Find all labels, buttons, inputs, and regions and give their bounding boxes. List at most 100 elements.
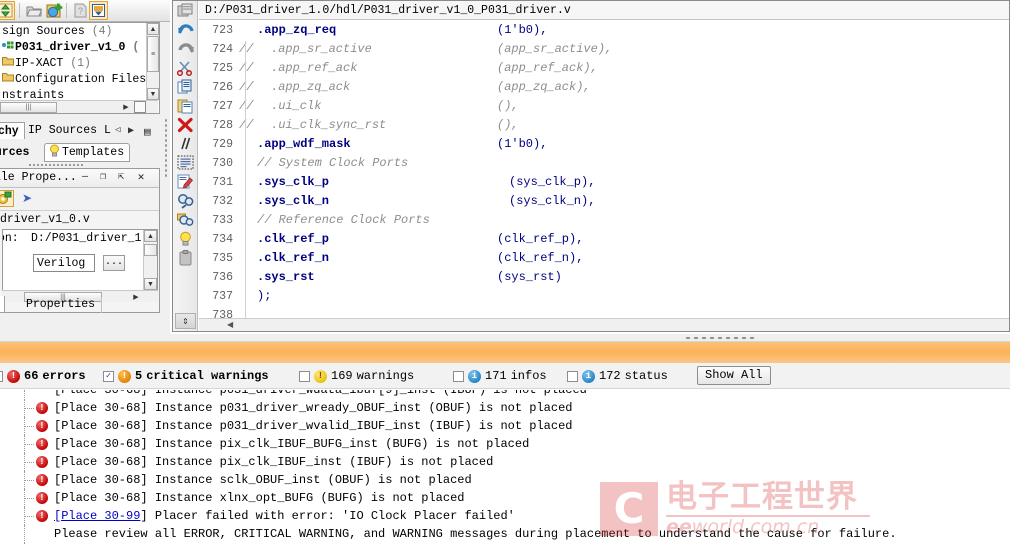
help-icon[interactable]: ? — [71, 1, 90, 20]
code-line[interactable]: 733 // Reference Clock Ports — [199, 211, 1009, 230]
horizontal-splitter[interactable] — [0, 334, 1010, 341]
messages-list[interactable]: [Place 30-68] Instance p031_driver_wdata… — [0, 390, 1010, 544]
copy-icon[interactable] — [173, 77, 198, 96]
code-line[interactable]: 732 .sys_clk_n (sys_clk_n), — [199, 192, 1009, 211]
tree-row[interactable]: P031_driver_v1_0 ( — [0, 40, 145, 56]
list-item[interactable]: ! [Place 30-99] Placer failed with error… — [0, 507, 1010, 525]
code-line[interactable]: 731 .sys_clk_p (sys_clk_p), — [199, 173, 1009, 192]
scroll-thumb[interactable]: ||| — [0, 102, 57, 113]
code-line[interactable]: 723 .app_zq_req (1'b0), — [199, 21, 1009, 40]
tab-templates[interactable]: Templates — [44, 143, 131, 162]
tab-scroll-right-icon[interactable]: ▶ — [128, 125, 134, 137]
scroll-right-arrow[interactable]: ▶ — [120, 101, 132, 113]
scroll-up-arrow[interactable]: ▲ — [144, 230, 157, 242]
browse-button[interactable]: ... — [103, 255, 125, 271]
scroll-up-arrow[interactable]: ▲ — [147, 23, 159, 35]
hint-icon[interactable] — [173, 229, 198, 248]
critical-warnings-checkbox[interactable]: ✓ — [103, 370, 114, 382]
code-text-area[interactable]: 723 .app_zq_req (1'b0), 724 // .app_sr_activ… — [199, 21, 1009, 331]
property-row-location[interactable]: on: D:/P031_driver_1.0, — [3, 230, 157, 248]
tree-row[interactable]: Configuration Files (2) — [0, 72, 159, 88]
tab-ip-sources[interactable]: IP Sources — [28, 123, 97, 139]
list-item[interactable]: ! [Place 30-68] Instance pix_clk_IBUF_BU… — [0, 435, 1010, 453]
splitter-grip[interactable] — [684, 336, 756, 340]
list-item[interactable]: ! [Place 30-68] Instance p031_driver_wre… — [0, 399, 1010, 417]
tab-list-icon[interactable]: ▤ — [144, 125, 151, 139]
filter-warnings[interactable]: ! 169 warnings — [299, 363, 414, 389]
scroll-corner-button[interactable] — [134, 101, 146, 113]
tab-sources[interactable]: ources — [0, 143, 33, 162]
comment-icon[interactable] — [173, 134, 198, 153]
minimize-icon[interactable]: — — [78, 170, 92, 185]
code-line[interactable]: 735 .clk_ref_n (clk_ref_n), — [199, 249, 1009, 268]
redo-icon[interactable] — [173, 39, 198, 58]
list-item[interactable]: ! [Place 30-68] Instance pix_clk_IBUF_in… — [0, 453, 1010, 471]
tab-hierarchy[interactable]: chy — [0, 122, 25, 139]
code-line[interactable]: 727 // .ui_clk (), — [199, 97, 1009, 116]
tree-row[interactable]: sign Sources (4) — [0, 24, 145, 40]
save-download-icon[interactable] — [89, 1, 108, 20]
scroll-left-arrow[interactable]: ◀ — [227, 320, 233, 329]
undo-icon[interactable] — [173, 20, 198, 39]
edit-icon[interactable] — [173, 172, 198, 191]
properties-vertical-scrollbar[interactable]: ▲ ▼ — [143, 230, 157, 290]
filter-infos[interactable]: i 171 infos — [453, 363, 547, 389]
delete-icon[interactable] — [173, 115, 198, 134]
show-all-button[interactable]: Show All — [697, 366, 771, 385]
cut-icon[interactable] — [173, 58, 198, 77]
filter-critical-warnings[interactable]: ✓ ! 5 critical warnings — [103, 363, 269, 389]
updown-arrows-icon[interactable] — [0, 1, 15, 20]
add-ip-icon[interactable] — [45, 1, 64, 20]
list-item[interactable]: [Place 30-68] Instance p031_driver_wdata… — [0, 390, 1010, 399]
properties-gear-icon[interactable] — [0, 190, 14, 207]
find-icon[interactable] — [173, 191, 198, 210]
filter-status[interactable]: i 172 status — [567, 363, 668, 389]
code-line[interactable]: 729 .app_wdf_mask (1'b0), — [199, 135, 1009, 154]
properties-grid[interactable]: on: D:/P031_driver_1.0, Verilog ... ▲ ▼ — [2, 229, 158, 291]
code-line[interactable]: 730 // System Clock Ports — [199, 154, 1009, 173]
clipboard-icon[interactable] — [173, 248, 198, 267]
code-line[interactable]: 736 .sys_rst (sys_rst) — [199, 268, 1009, 287]
code-line[interactable]: 724 // .app_sr_active (app_sr_active), — [199, 40, 1009, 59]
list-item[interactable]: ! [Place 30-68] Instance p031_driver_wva… — [0, 417, 1010, 435]
filter-errors[interactable]: ! 66 errors — [0, 363, 86, 389]
tab-properties[interactable]: Properties — [20, 297, 103, 313]
copy-window-icon[interactable] — [173, 1, 198, 20]
file-type-combo[interactable]: Verilog — [33, 254, 95, 272]
paste-icon[interactable] — [173, 96, 198, 115]
tree-vertical-scrollbar[interactable]: ▲ ≡ ▼ — [146, 23, 159, 100]
tree-horizontal-scrollbar[interactable]: ||| ▶ — [0, 100, 158, 113]
list-item[interactable]: ! [Place 30-68] Instance xlnx_opt_BUFG (… — [0, 489, 1010, 507]
message-link[interactable]: [Place 30-99 — [54, 509, 140, 523]
infos-checkbox[interactable] — [453, 370, 464, 382]
vertical-splitter-handle[interactable] — [164, 118, 168, 178]
code-line[interactable]: 734 .clk_ref_p (clk_ref_p), — [199, 230, 1009, 249]
close-icon[interactable]: ✕ — [134, 170, 148, 185]
warnings-checkbox[interactable] — [299, 370, 310, 382]
tab-general[interactable]: l — [0, 296, 5, 313]
scroll-thumb[interactable] — [144, 244, 157, 256]
scroll-thumb[interactable]: ≡ — [147, 36, 159, 72]
tab-libraries[interactable]: L — [104, 123, 111, 139]
editor-collapse-button[interactable]: ⇕ — [175, 313, 196, 329]
errors-checkbox[interactable] — [0, 370, 3, 382]
status-checkbox[interactable] — [567, 370, 578, 382]
code-line[interactable]: 725 // .app_ref_ack (app_ref_ack), — [199, 59, 1009, 78]
scroll-down-arrow[interactable]: ▼ — [144, 278, 157, 290]
open-folder-icon[interactable] — [24, 1, 43, 20]
maximize-icon[interactable]: ❐ — [96, 170, 110, 185]
list-item[interactable]: ! [Place 30-68] Instance sclk_OBUF_inst … — [0, 471, 1010, 489]
select-all-icon[interactable] — [173, 153, 198, 172]
sources-tree-panel[interactable]: sign Sources (4) P031_driver_v1_0 (IP-X… — [0, 22, 160, 114]
scroll-down-arrow[interactable]: ▼ — [147, 88, 159, 100]
code-line[interactable]: 728 // .ui_clk_sync_rst (), — [199, 116, 1009, 135]
panel-resize-handle[interactable] — [28, 163, 84, 167]
tab-scroll-left-icon[interactable]: ◁ — [115, 125, 120, 135]
editor-horizontal-scrollbar[interactable]: ◀ — [199, 318, 1009, 331]
find-replace-icon[interactable] — [173, 210, 198, 229]
list-item[interactable]: Please review all ERROR, CRITICAL WARNIN… — [0, 525, 1010, 543]
restore-icon[interactable]: ⇱ — [114, 170, 128, 185]
code-line[interactable]: 737); — [199, 287, 1009, 306]
code-line[interactable]: 726 // .app_zq_ack (app_zq_ack), — [199, 78, 1009, 97]
tree-row[interactable]: IP-XACT (1) — [0, 56, 145, 72]
